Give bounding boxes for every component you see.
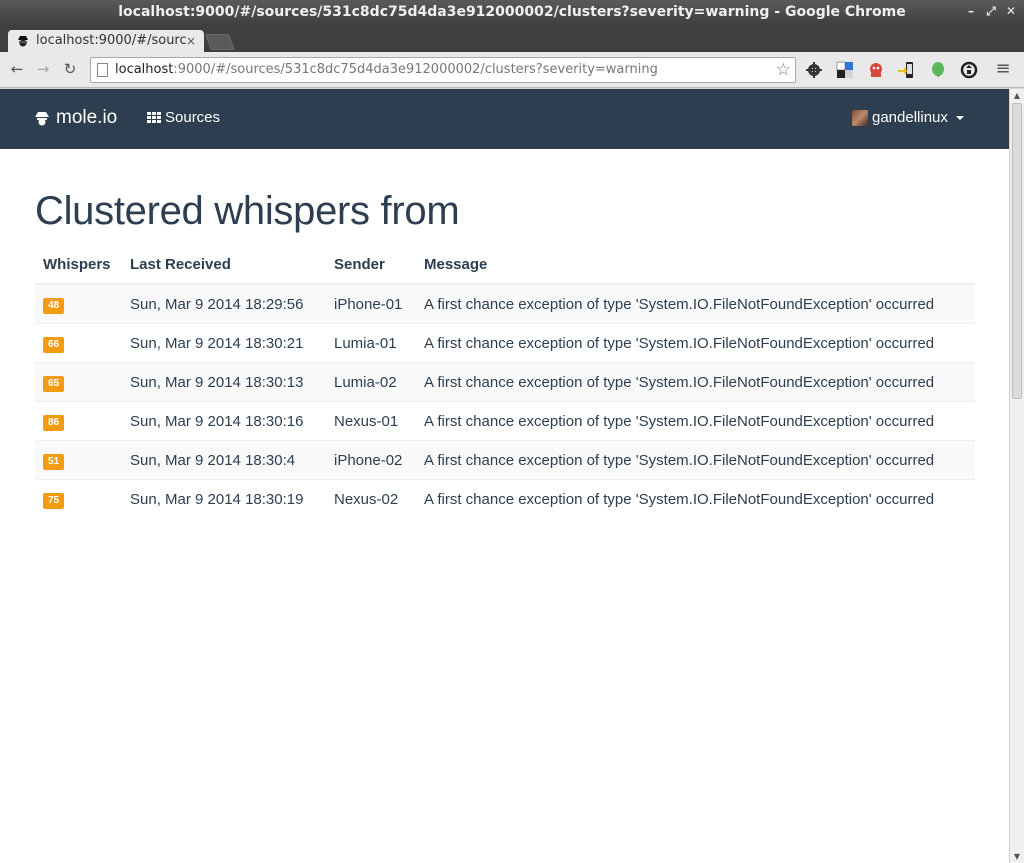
window-title: localhost:9000/#/sources/531c8dc75d4da3e… [118,4,906,20]
tab-title: localhost:9000/#/sourc [36,33,187,48]
table-row[interactable]: 75 Sun, Mar 9 2014 18:30:19 Nexus-02 A f… [35,479,975,518]
whisper-count-badge: 66 [43,337,65,353]
browser-toolbar: ← → ↻ localhost:9000/#/sources/531c8dc75… [0,52,1024,88]
phone-arrow-extension-icon[interactable] [897,61,915,79]
spy-favicon-icon [18,36,28,47]
whispers-cell: 51 [35,440,122,480]
forward-icon[interactable]: → [34,60,52,78]
grid-icon [147,111,161,124]
whispers-cell: 65 [35,362,122,402]
brand-name: mole.io [56,107,118,128]
message-cell: A first chance exception of type 'System… [416,401,975,441]
page-icon [97,63,108,77]
minimize-icon[interactable]: – [964,4,978,18]
evernote-extension-icon[interactable] [929,61,947,79]
maximize-icon[interactable]: ⤢ [984,4,998,18]
table-row[interactable]: 48 Sun, Mar 9 2014 18:29:56 iPhone-01 A … [35,283,975,324]
message-cell: A first chance exception of type 'System… [416,323,975,363]
vertical-scrollbar[interactable]: ▲ ▼ [1009,89,1024,863]
whisper-count-badge: 65 [43,376,65,392]
last-received-cell: Sun, Mar 9 2014 18:30:13 [122,362,326,402]
avatar [852,109,868,126]
sender-cell: iPhone-02 [326,440,416,480]
page-viewport: mole.io Sources gandellinux Clustered wh… [0,89,1009,863]
whispers-cell: 66 [35,323,122,363]
column-header-message[interactable]: Message [416,248,975,285]
message-cell: A first chance exception of type 'System… [416,479,975,518]
chrome-menu-icon[interactable]: ≡ [994,60,1012,78]
user-menu-dropdown[interactable]: gandellinux [852,109,964,126]
last-received-cell: Sun, Mar 9 2014 18:29:56 [122,283,326,324]
whisper-count-badge: 51 [43,454,65,470]
table-header-row: Whispers Last Received Sender Message [35,248,975,285]
column-header-whispers[interactable]: Whispers [35,248,122,285]
url-path: :9000/#/sources/531c8dc75d4da3e912000002… [173,62,658,77]
sender-cell: Nexus-02 [326,479,416,518]
last-received-cell: Sun, Mar 9 2014 18:30:16 [122,401,326,441]
last-received-cell: Sun, Mar 9 2014 18:30:21 [122,323,326,363]
table-row[interactable]: 66 Sun, Mar 9 2014 18:30:21 Lumia-01 A f… [35,323,975,363]
settings-gear-icon[interactable] [805,61,823,79]
sender-cell: Lumia-01 [326,323,416,363]
scroll-up-icon[interactable]: ▲ [1010,89,1024,102]
nav-sources-link[interactable]: Sources [147,109,220,126]
column-header-last-received[interactable]: Last Received [122,248,326,285]
sender-cell: iPhone-01 [326,283,416,324]
spy-icon [35,112,49,126]
scroll-down-icon[interactable]: ▼ [1010,850,1024,863]
username: gandellinux [872,109,948,126]
whisper-count-badge: 75 [43,493,65,509]
chevron-down-icon [955,115,964,120]
window-controls: – ⤢ ✕ [964,4,1018,18]
browser-tab[interactable]: localhost:9000/#/sourc × [8,30,204,52]
tab-close-icon[interactable]: × [186,30,196,52]
address-bar[interactable]: localhost:9000/#/sources/531c8dc75d4da3e… [90,57,796,83]
reload-icon[interactable]: ↻ [61,60,79,78]
red-creature-extension-icon[interactable] [867,61,885,79]
close-window-icon[interactable]: ✕ [1004,4,1018,18]
table-row[interactable]: 86 Sun, Mar 9 2014 18:30:16 Nexus-01 A f… [35,401,975,441]
table-row[interactable]: 51 Sun, Mar 9 2014 18:30:4 iPhone-02 A f… [35,440,975,480]
sender-cell: Nexus-01 [326,401,416,441]
table-row[interactable]: 65 Sun, Mar 9 2014 18:30:13 Lumia-02 A f… [35,362,975,402]
whispers-cell: 86 [35,401,122,441]
new-tab-button[interactable] [205,34,235,50]
message-cell: A first chance exception of type 'System… [416,283,975,324]
delicious-extension-icon[interactable] [836,61,854,79]
bookmark-star-icon[interactable]: ☆ [776,58,791,82]
whispers-cell: 48 [35,283,122,324]
whispers-cell: 75 [35,479,122,518]
column-header-sender[interactable]: Sender [326,248,416,285]
last-received-cell: Sun, Mar 9 2014 18:30:4 [122,440,326,480]
brand-link[interactable]: mole.io [34,107,117,129]
url-host: localhost [115,62,174,77]
page-title: Clustered whispers from [35,189,460,233]
nav-sources-label: Sources [165,109,221,126]
app-navbar: mole.io Sources gandellinux [0,89,1009,149]
last-received-cell: Sun, Mar 9 2014 18:30:19 [122,479,326,518]
sender-cell: Lumia-02 [326,362,416,402]
main-content: Clustered whispers from Whispers Last Re… [0,189,1009,518]
scrollbar-thumb[interactable] [1012,103,1022,399]
clusters-table: Whispers Last Received Sender Message 48… [35,248,975,518]
whisper-count-badge: 48 [43,298,65,314]
back-icon[interactable]: ← [8,60,26,78]
window-titlebar: localhost:9000/#/sources/531c8dc75d4da3e… [0,0,1024,26]
whisper-count-badge: 86 [43,415,65,431]
message-cell: A first chance exception of type 'System… [416,440,975,480]
tab-strip: localhost:9000/#/sourc × [0,26,1024,52]
sync-extension-icon[interactable] [960,61,978,79]
message-cell: A first chance exception of type 'System… [416,362,975,402]
